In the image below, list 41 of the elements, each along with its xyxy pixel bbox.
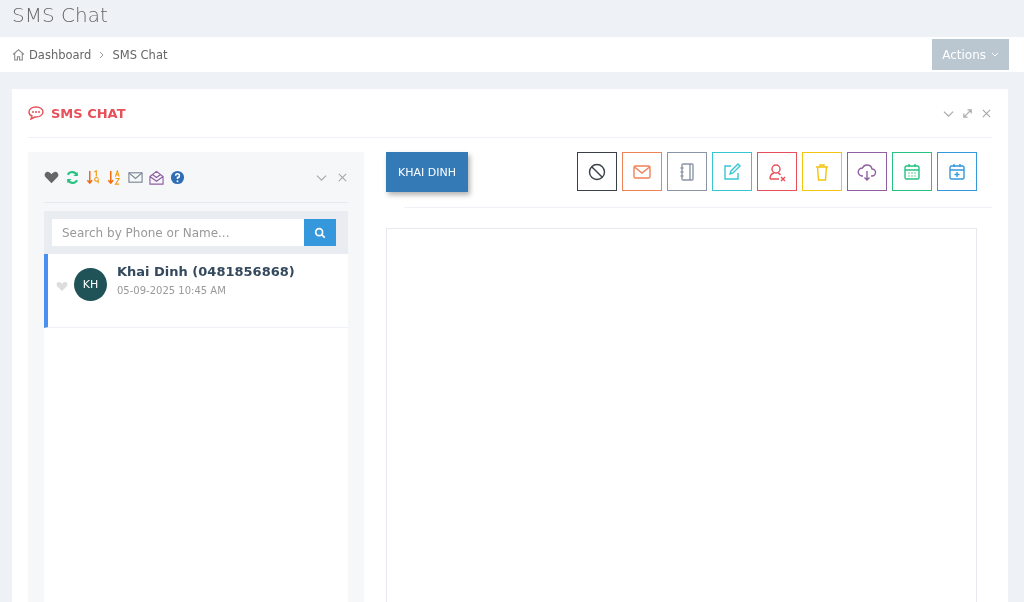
breadcrumb-link[interactable]: Dashboard — [29, 47, 92, 62]
chevron-icon — [99, 50, 105, 59]
help-icon[interactable] — [170, 169, 185, 185]
calendar-add-icon — [947, 161, 967, 182]
remove-user-icon — [767, 161, 787, 182]
calendar-icon — [902, 161, 922, 182]
home-icon — [12, 48, 25, 61]
refresh-icon[interactable] — [65, 169, 80, 185]
envelope-button[interactable] — [622, 152, 662, 191]
breadcrumb-current: SMS Chat — [112, 47, 168, 62]
edit-button[interactable] — [712, 152, 752, 191]
remove-user-button[interactable] — [757, 152, 797, 191]
page-title: SMS Chat — [11, 2, 109, 29]
envelope-icon[interactable] — [128, 169, 143, 185]
search-field[interactable]: Search by Phone or Name... — [52, 219, 304, 246]
calendar-add-button[interactable] — [937, 152, 977, 191]
cloud-download-icon — [857, 161, 877, 182]
cloud-download-button[interactable] — [847, 152, 887, 191]
close-icon[interactable] — [981, 107, 992, 119]
message-time: 05-09-2025 10:45 AM — [117, 285, 227, 296]
sort-numeric-icon[interactable] — [86, 169, 101, 185]
avatar: KH — [74, 268, 107, 301]
notebook-button[interactable] — [667, 152, 707, 191]
caret-icon — [991, 52, 999, 57]
trash-button[interactable] — [802, 152, 842, 191]
edit-icon — [722, 161, 742, 182]
portlet-title: SMS CHAT — [51, 105, 126, 121]
close-icon[interactable] — [337, 171, 348, 183]
heart-icon[interactable] — [44, 169, 59, 185]
block-icon — [587, 161, 607, 182]
conversation-item[interactable]: KH Khai Dinh (0481856868) 05-09-2025 10:45 AM — [44, 254, 348, 328]
contact-name: Khai Dinh (0481856868) — [117, 264, 295, 279]
open-envelope-icon[interactable] — [149, 169, 164, 185]
sort-alpha-icon[interactable] — [107, 169, 122, 185]
chat-bubble-icon — [28, 106, 44, 120]
contact-button[interactable]: KHAI DINH — [386, 152, 468, 192]
calendar-button[interactable] — [892, 152, 932, 191]
search-button[interactable] — [304, 219, 336, 246]
block-button[interactable] — [577, 152, 617, 191]
search-icon — [314, 226, 326, 239]
fullscreen-icon[interactable] — [962, 107, 973, 119]
